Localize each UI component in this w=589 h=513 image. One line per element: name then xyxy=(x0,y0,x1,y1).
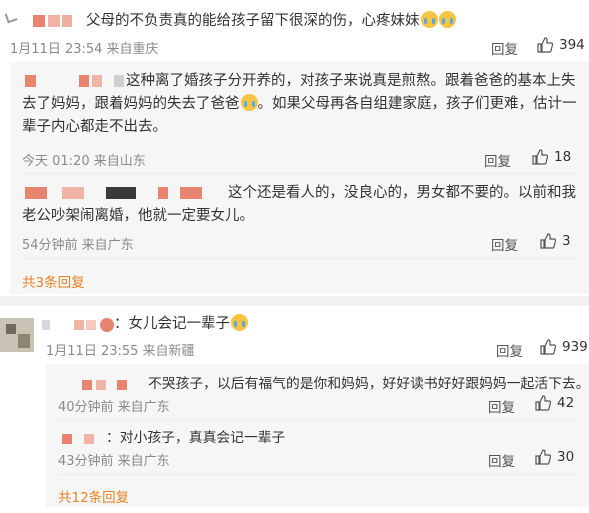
comment-time: 1月11日 23:54 来自重庆 xyxy=(10,42,159,57)
comment-text: ：女儿会记一辈子 xyxy=(114,313,248,335)
username-mosaic[interactable] xyxy=(42,320,50,330)
comment-time: 1月11日 23:55 来自新疆 xyxy=(46,344,195,359)
like-count: 3 xyxy=(562,233,571,249)
reply-button[interactable]: 回复 xyxy=(491,38,518,58)
like-button[interactable]: 3 xyxy=(540,233,571,249)
comment-text: 父母的不负责真的能给孩子留下很深的伤，心疼妹妹 xyxy=(86,10,486,32)
reply-time: 43分钟前 来自广东 xyxy=(58,454,170,469)
reply-button[interactable]: 回复 xyxy=(484,150,511,170)
like-button[interactable]: 394 xyxy=(537,37,585,53)
username-mosaic[interactable] xyxy=(86,320,96,330)
like-count: 394 xyxy=(559,37,585,53)
reply-divider xyxy=(58,420,578,421)
like-button[interactable]: 939 xyxy=(540,339,588,355)
thumbs-up-icon xyxy=(532,149,548,165)
reply-text: 这种离了婚孩子分开养的，对孩子来说真是煎熬。跟着爸爸的基本上失去了妈妈，跟着妈妈… xyxy=(22,73,577,135)
reply-time: 今天 01:20 来自山东 xyxy=(22,154,146,169)
reply-divider xyxy=(22,258,578,259)
avatar[interactable] xyxy=(4,10,18,26)
thumbs-up-icon xyxy=(537,37,553,53)
reply-username-mosaic[interactable] xyxy=(117,380,127,390)
reply-text: 这个还是看人的，没良心的，男女都不要的。以前和我老公吵架闹离婚，他就一定要女儿。 xyxy=(22,185,576,224)
username-mosaic[interactable] xyxy=(33,15,45,27)
like-count: 18 xyxy=(554,149,572,165)
card-separator xyxy=(0,296,589,306)
reply-username-mosaic[interactable] xyxy=(62,434,72,444)
laughing-face-icon xyxy=(240,94,258,111)
more-replies-link[interactable]: 共12条回复 xyxy=(58,486,129,506)
reply-button[interactable]: 回复 xyxy=(488,450,515,470)
reply-username-mosaic[interactable] xyxy=(82,380,92,390)
crying-face-icon xyxy=(420,11,438,28)
like-button[interactable]: 30 xyxy=(535,449,574,465)
thumbs-up-icon xyxy=(535,449,551,465)
reply-button[interactable]: 回复 xyxy=(496,340,523,360)
reply-button[interactable]: 回复 xyxy=(488,396,515,416)
more-replies-link[interactable]: 共3条回复 xyxy=(22,271,85,291)
reply-username-mosaic[interactable] xyxy=(84,434,94,444)
reply-button[interactable]: 回复 xyxy=(491,234,518,254)
reply-text: 不哭孩子，以后有福气的是你和妈妈，好好读书好好跟妈妈一起活下去。 xyxy=(148,376,589,392)
heart-badge-icon xyxy=(100,318,114,332)
thumbs-up-icon xyxy=(540,233,556,249)
like-count: 30 xyxy=(557,449,575,465)
reply-time: 40分钟前 来自广东 xyxy=(58,400,170,415)
like-button[interactable]: 42 xyxy=(535,395,574,411)
username-mosaic[interactable] xyxy=(48,15,60,27)
thumbs-up-icon xyxy=(535,395,551,411)
reply-divider xyxy=(22,173,578,174)
crying-face-icon xyxy=(231,314,248,331)
like-count: 42 xyxy=(557,395,575,411)
reply-divider xyxy=(58,474,578,475)
reply-time: 54分钟前 来自广东 xyxy=(22,238,134,253)
thumbs-up-icon xyxy=(540,339,556,355)
reply-text: ：对小孩子，真真会记一辈子 xyxy=(106,430,286,446)
avatar[interactable] xyxy=(0,318,34,352)
username-mosaic[interactable] xyxy=(74,320,84,330)
reply-username-mosaic[interactable] xyxy=(96,380,106,390)
like-button[interactable]: 18 xyxy=(532,149,571,165)
like-count: 939 xyxy=(562,339,588,355)
username-mosaic[interactable] xyxy=(62,15,72,27)
crying-face-icon xyxy=(438,11,456,28)
